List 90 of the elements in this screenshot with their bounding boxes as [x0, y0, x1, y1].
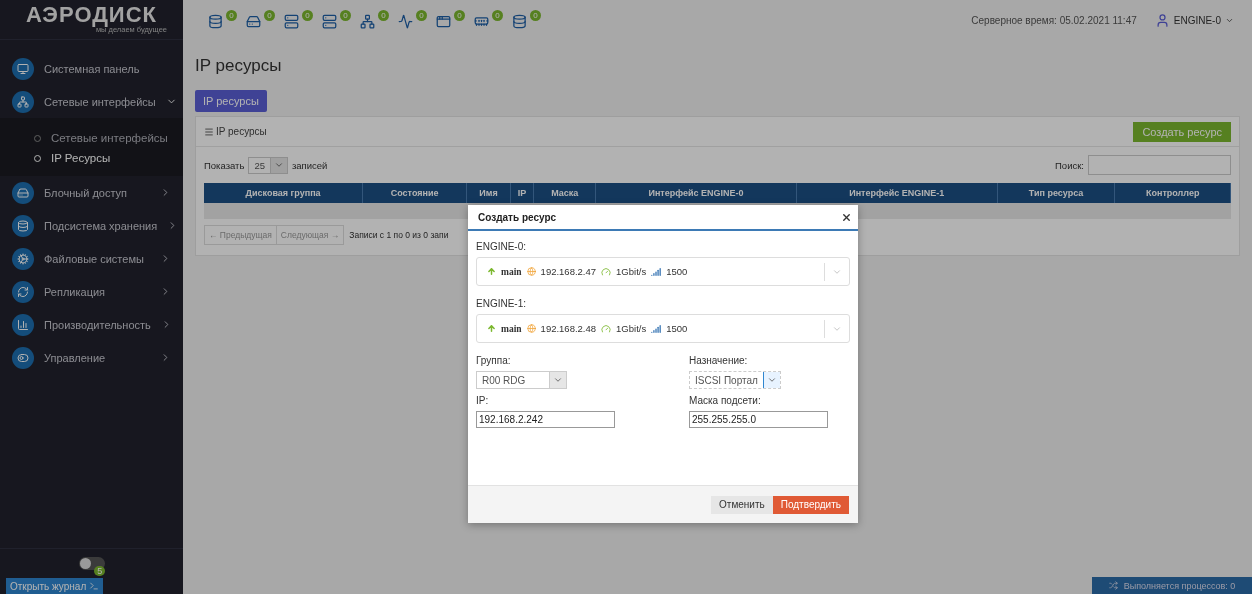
- sidebar-item[interactable]: Управление: [0, 341, 183, 374]
- arrow-up-icon: [487, 267, 496, 276]
- server-icon: [321, 13, 338, 30]
- status-count: 0: [264, 10, 275, 21]
- dialog-title: Создать ресурс: [478, 211, 557, 223]
- database-icon: [12, 214, 34, 237]
- sidebar-item[interactable]: Подсистема хранения: [0, 209, 183, 242]
- sidebar-subitem[interactable]: IP Ресурсы: [0, 148, 183, 168]
- sidebar-item[interactable]: Блочный доступ: [0, 176, 183, 209]
- ip-field[interactable]: 192.168.2.242: [476, 411, 615, 428]
- field-label: IP:: [476, 395, 490, 406]
- column-header[interactable]: Имя: [466, 183, 511, 203]
- gear-icon: [12, 247, 34, 270]
- shuffle-icon: [1108, 581, 1118, 590]
- toggle-icon: [12, 346, 34, 369]
- column-header[interactable]: Тип ресурса: [997, 183, 1115, 203]
- window-icon: [435, 13, 452, 30]
- user-menu[interactable]: ENGINE-0: [1148, 11, 1240, 29]
- user-icon: [1154, 12, 1170, 28]
- sidebar-item[interactable]: Системная панель: [0, 52, 183, 85]
- entries-label: записей: [291, 159, 328, 171]
- status-count: 0: [416, 10, 427, 21]
- database-icon: [207, 13, 224, 30]
- close-icon: [841, 211, 852, 223]
- terminal-icon: [89, 581, 100, 591]
- status-count: 0: [340, 10, 351, 21]
- subnet-mask-field[interactable]: 255.255.255.0: [689, 411, 828, 428]
- server-icon: [283, 13, 300, 30]
- globe-icon: [526, 267, 536, 276]
- search-label: Поиск:: [1055, 159, 1084, 171]
- status-count: 0: [226, 10, 237, 21]
- toggle-switch[interactable]: [78, 557, 105, 570]
- bar-chart-icon: [12, 313, 34, 336]
- network-icon: [359, 13, 376, 30]
- arrow-up-icon: [487, 324, 496, 333]
- column-header[interactable]: Состояние: [362, 183, 467, 203]
- pulse-icon: [397, 13, 414, 30]
- search-field[interactable]: [1088, 155, 1231, 175]
- page-title: IP ресурсы: [195, 56, 283, 76]
- field-label: ENGINE-1:: [476, 298, 527, 309]
- column-header[interactable]: Интерфейс ENGINE-0: [595, 183, 797, 203]
- purpose-select[interactable]: ISCSI Портал: [689, 371, 781, 389]
- column-header[interactable]: Интерфейс ENGINE-1: [796, 183, 998, 203]
- column-header[interactable]: IP: [510, 183, 534, 203]
- column-header[interactable]: Контроллер: [1114, 183, 1231, 203]
- sidebar-subitem[interactable]: Сетевые интерфейсы: [0, 128, 183, 148]
- cancel-button[interactable]: Отменить: [711, 495, 773, 514]
- sidebar-item[interactable]: Производительность: [0, 308, 183, 341]
- status-count: 0: [454, 10, 465, 21]
- status-count: 0: [302, 10, 313, 21]
- page-size-select[interactable]: 25: [248, 156, 288, 174]
- menu-icon: [204, 126, 214, 137]
- group-select[interactable]: R00 RDG: [476, 371, 567, 389]
- column-header[interactable]: Дисковая группа: [204, 183, 363, 203]
- sidebar-item[interactable]: Репликация: [0, 275, 183, 308]
- panel-title: IP ресурсы: [204, 126, 267, 137]
- journal-count: 5: [94, 566, 106, 576]
- records-info: Записи с 1 по 0 из 0 запи: [349, 230, 449, 240]
- signal-icon: [651, 323, 662, 334]
- server-time: Серверное время: 05.02.2021 11:47: [971, 14, 1137, 26]
- confirm-button[interactable]: Подтвердить: [772, 495, 849, 514]
- caret-icon: [553, 375, 563, 385]
- brand-name: АЭРОДИСК: [26, 5, 157, 25]
- sidebar-item[interactable]: Сетевые интерфейсы: [0, 85, 183, 118]
- field-label: Маска подсети:: [689, 395, 762, 406]
- status-count: 0: [492, 10, 503, 21]
- caret-icon: [766, 375, 777, 385]
- field-label: ENGINE-0:: [476, 241, 527, 252]
- database-icon: [511, 13, 528, 30]
- field-label: Группа:: [476, 355, 512, 366]
- monitor-icon: [12, 57, 34, 80]
- signal-icon: [651, 266, 662, 277]
- column-header[interactable]: Маска: [533, 183, 596, 203]
- tab[interactable]: IP ресурсы: [195, 90, 267, 112]
- globe-icon: [526, 324, 536, 333]
- status-bar: Выполняется процессов: 0: [1092, 577, 1252, 594]
- network-icon: [12, 90, 34, 113]
- interface-select[interactable]: main 192.168.2.47 1Gbit/s 1500: [476, 257, 850, 286]
- sidebar-item[interactable]: Файловые системы: [0, 242, 183, 275]
- refresh-icon: [12, 280, 34, 303]
- field-label: Назначение:: [689, 355, 749, 366]
- interface-select[interactable]: main 192.168.2.48 1Gbit/s 1500: [476, 314, 850, 343]
- disk-icon: [12, 181, 34, 204]
- close-button[interactable]: [841, 211, 852, 223]
- caret-icon: [273, 160, 284, 170]
- status-count: 0: [530, 10, 541, 21]
- gauge-icon: [601, 266, 612, 277]
- show-label: Показать: [204, 159, 245, 171]
- gauge-icon: [601, 323, 612, 334]
- status-count: 0: [378, 10, 389, 21]
